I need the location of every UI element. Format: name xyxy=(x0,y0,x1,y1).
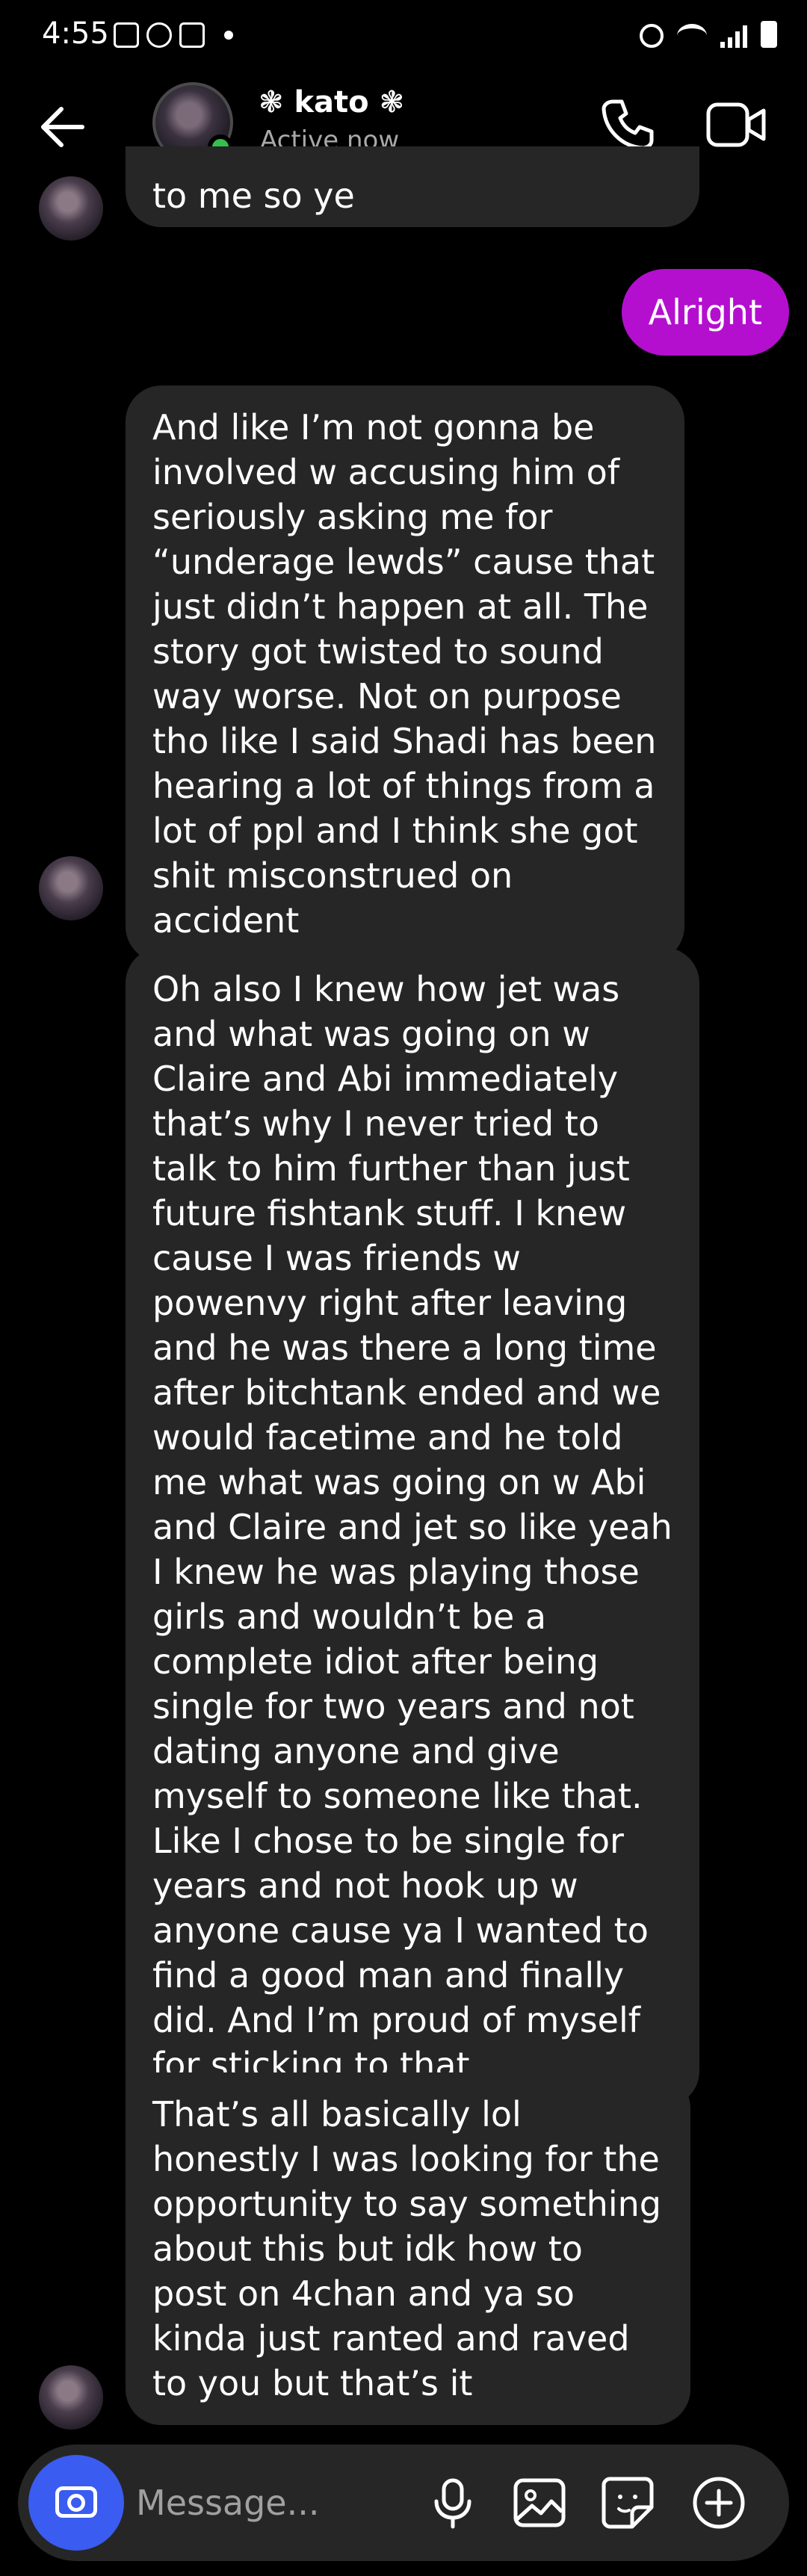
message-avatar[interactable] xyxy=(39,176,103,241)
message-composer xyxy=(18,2445,789,2561)
message-bubble-incoming[interactable]: Oh also I knew how jet was and what was … xyxy=(126,947,699,2107)
message-text: to me so ye xyxy=(152,176,355,216)
status-right-icons xyxy=(640,21,777,48)
wifi-icon xyxy=(677,24,707,48)
status-bar: 4:55 xyxy=(0,0,807,72)
message-bubble-incoming[interactable]: That’s all basically lol honestly I was … xyxy=(126,2072,690,2425)
message-text: Alright xyxy=(648,292,762,332)
message-bubble-outgoing[interactable]: Alright xyxy=(621,269,789,356)
message-bubble-incoming[interactable]: to me so ye xyxy=(126,146,699,227)
arrow-left-icon[interactable] xyxy=(36,100,90,154)
sticker-icon[interactable] xyxy=(599,2474,656,2531)
message-text: That’s all basically lol honestly I was … xyxy=(152,2094,661,2403)
status-left-icons xyxy=(114,22,233,48)
camera-button[interactable] xyxy=(28,2455,124,2551)
microphone-icon[interactable] xyxy=(424,2474,481,2531)
image-notification-icon xyxy=(114,22,139,48)
signal-icon xyxy=(720,24,747,48)
message-text: And like I’m not gonna be involved w acc… xyxy=(152,407,657,941)
contact-name[interactable]: ❃ kato ❃ xyxy=(259,85,404,120)
battery-icon xyxy=(761,21,777,48)
gallery-icon[interactable] xyxy=(511,2474,568,2531)
app-notification-icon xyxy=(146,22,172,48)
more-notifications-dot-icon xyxy=(224,31,233,40)
message-avatar[interactable] xyxy=(39,856,103,920)
status-time: 4:55 xyxy=(42,16,109,51)
message-avatar[interactable] xyxy=(39,2365,103,2430)
video-camera-icon[interactable] xyxy=(705,99,768,151)
phone-icon[interactable] xyxy=(598,94,658,154)
message-text: Oh also I knew how jet was and what was … xyxy=(152,969,672,2085)
plus-circle-icon[interactable] xyxy=(690,2474,747,2531)
ge-notification-icon xyxy=(179,22,205,48)
message-input[interactable] xyxy=(136,2480,435,2525)
message-bubble-incoming[interactable]: And like I’m not gonna be involved w acc… xyxy=(126,386,684,962)
alarm-icon xyxy=(640,24,664,48)
camera-lens-icon xyxy=(67,2494,85,2512)
